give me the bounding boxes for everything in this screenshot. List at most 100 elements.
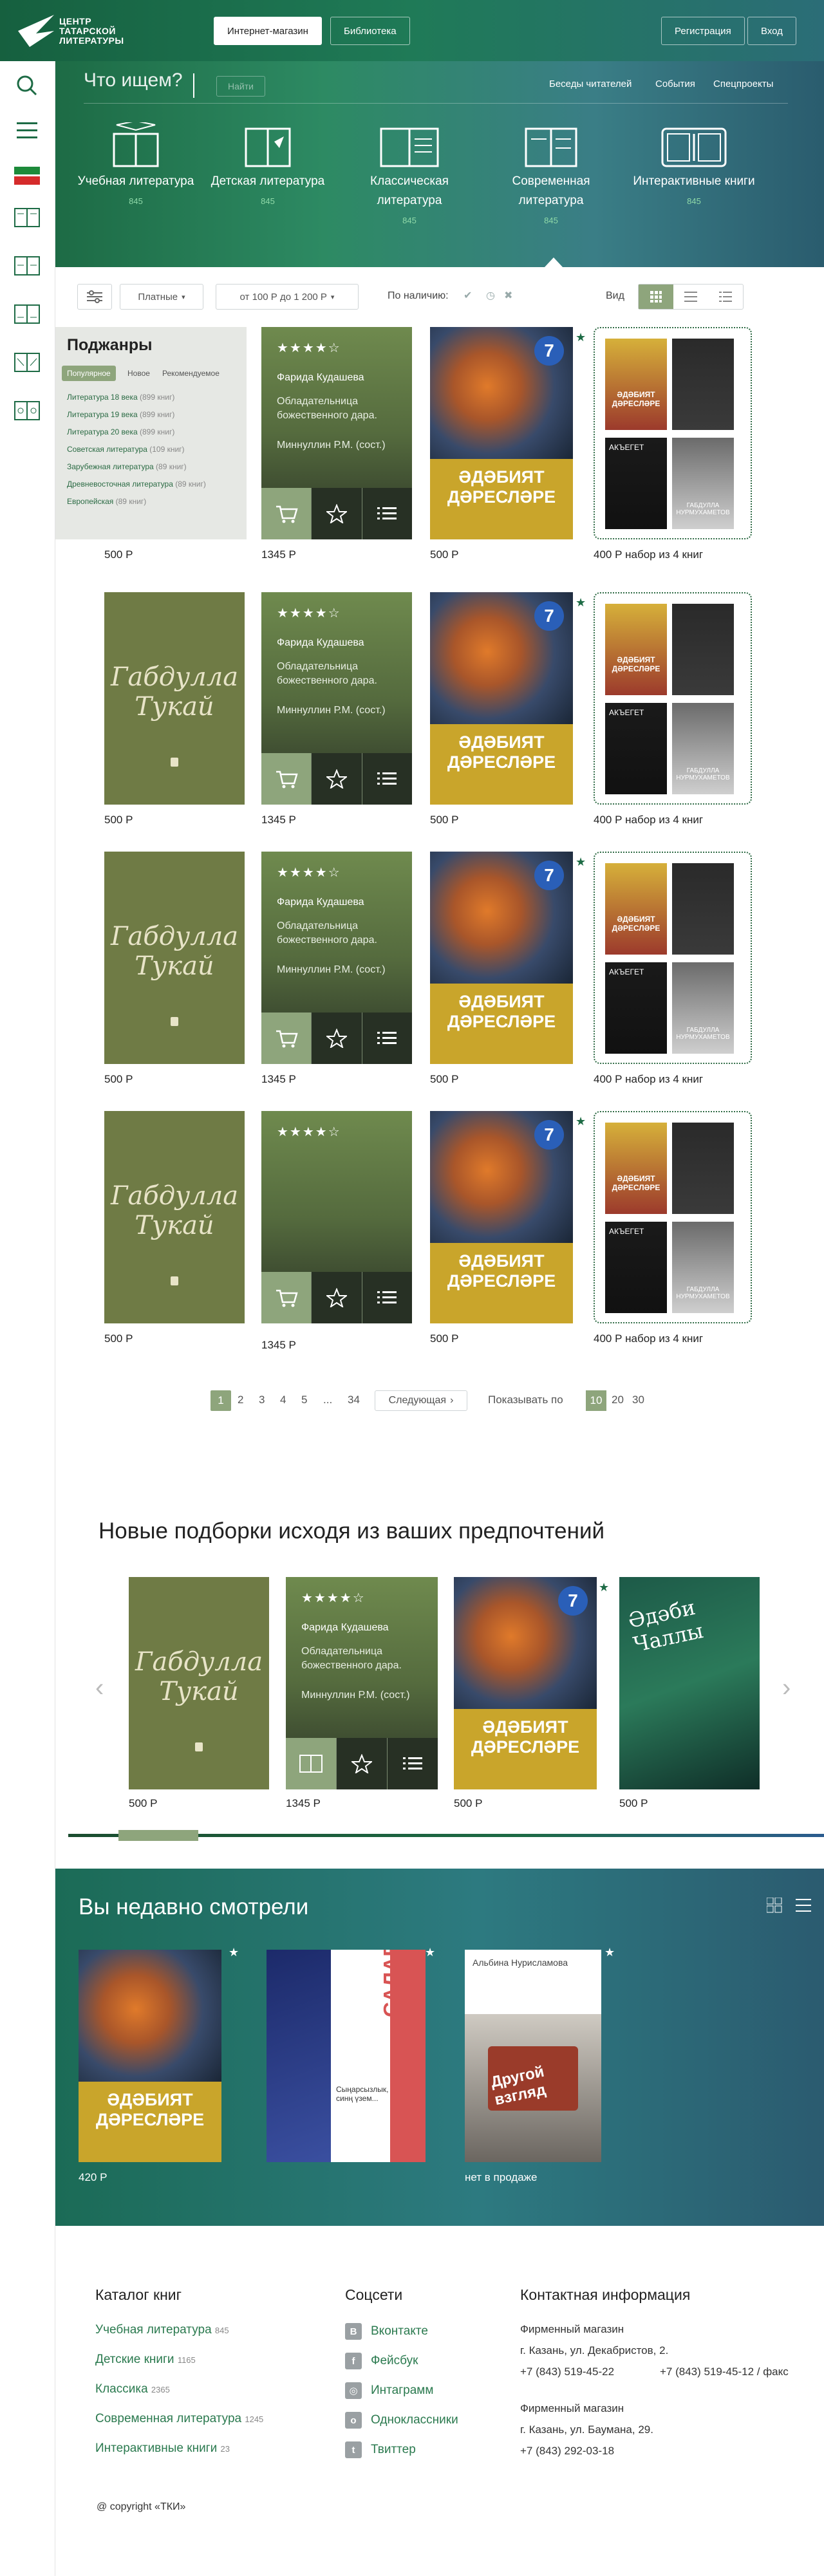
footer-catalog-link[interactable]: Детские книги 1165 bbox=[95, 2353, 196, 2367]
detailed-list-icon[interactable] bbox=[708, 285, 743, 309]
page-3[interactable]: 3 bbox=[259, 1394, 265, 1406]
login-button[interactable]: Вход bbox=[747, 17, 796, 45]
subgenre-item[interactable]: Литература 19 века (899 книг) bbox=[67, 406, 241, 424]
book-card-kudasheva[interactable]: ★★★★☆ Фарида Кудашева Обладательница божес… bbox=[261, 852, 412, 1064]
favorite-star-icon[interactable]: ★ bbox=[576, 1115, 586, 1128]
book-cover-tukay[interactable]: Габдулла Тукай bbox=[104, 1111, 245, 1323]
page-last[interactable]: 34 bbox=[348, 1394, 360, 1406]
social-link[interactable]: ◎ Интаграмм bbox=[345, 2381, 433, 2400]
book-category-icon[interactable] bbox=[14, 205, 40, 230]
logo[interactable]: ЦЕНТР ТАТАРСКОЙ ЛИТЕРАТУРЫ bbox=[17, 12, 124, 50]
filter-settings-button[interactable] bbox=[77, 284, 112, 310]
footer-catalog-link[interactable]: Классика 2365 bbox=[95, 2382, 170, 2396]
favorite-star-icon[interactable]: ★ bbox=[576, 331, 586, 344]
grid-view-icon[interactable] bbox=[639, 285, 673, 309]
cart-icon[interactable] bbox=[261, 753, 312, 805]
category-classic[interactable]: Классическая литература 845 bbox=[348, 122, 471, 225]
book-cover-tukay[interactable]: Габдулла Тукай bbox=[104, 852, 245, 1064]
tab-library[interactable]: Библиотека bbox=[330, 17, 410, 45]
cart-icon[interactable] bbox=[261, 1272, 312, 1323]
menu-icon[interactable] bbox=[14, 118, 40, 144]
recent-book-drugoy[interactable]: Альбина Нурисламова Другой взгляд bbox=[465, 1950, 601, 2162]
clock-icon[interactable]: ◷ bbox=[486, 289, 495, 302]
book-cover-textbook[interactable]: 7 ӘДӘБИЯТ ДӘРЕСЛӘРЕ bbox=[430, 327, 573, 539]
favorite-star-icon[interactable]: ★ bbox=[599, 1581, 609, 1594]
recent-book-salavat[interactable]: САЛАВАТ РӘМИҮЛЛА Сыңарсызлык, синң үзем.… bbox=[267, 1950, 426, 2162]
footer-catalog-link[interactable]: Современная литература 1245 bbox=[95, 2412, 263, 2426]
subgenre-item[interactable]: Зарубежная литература (89 книг) bbox=[67, 458, 241, 476]
per-page-20[interactable]: 20 bbox=[612, 1394, 624, 1406]
link-reader-talks[interactable]: Беседы читателей bbox=[549, 79, 632, 89]
book-set-card[interactable]: ӘДӘБИЯТ ДӘРЕСЛӘРЕ АКЪЕГЕТ ГАБДУЛЛА НУРМУХА… bbox=[594, 852, 752, 1064]
subgenre-item[interactable]: Советская литература (109 книг) bbox=[67, 441, 241, 458]
book-cover-textbook[interactable]: 7 ӘДӘБИЯТ ДӘРЕСЛӘРЕ bbox=[430, 1111, 573, 1323]
favorite-icon[interactable] bbox=[311, 1272, 362, 1323]
kids-book-icon[interactable] bbox=[14, 253, 40, 279]
cart-icon[interactable] bbox=[261, 1013, 312, 1064]
search-button[interactable]: Найти bbox=[216, 76, 265, 97]
details-icon[interactable] bbox=[361, 1272, 412, 1323]
book-card-kudasheva[interactable]: ★★★★☆ Фарида Кудашева Обладательница божес… bbox=[261, 327, 412, 539]
carousel-next-icon[interactable]: › bbox=[782, 1674, 791, 1703]
carousel-thumb[interactable] bbox=[118, 1830, 198, 1841]
book-set-card[interactable]: ӘДӘБИЯТ ДӘРЕСЛӘРЕ АКЪЕГЕТ ГАБДУЛЛА НУРМУХА… bbox=[594, 327, 752, 539]
list-view-icon[interactable] bbox=[673, 285, 708, 309]
grid-view-icon[interactable] bbox=[766, 1897, 782, 1916]
subgenre-item[interactable]: Древневосточная литература (89 книг) bbox=[67, 476, 241, 493]
link-special-projects[interactable]: Спецпроекты bbox=[713, 79, 773, 89]
social-link[interactable]: t Твиттер bbox=[345, 2440, 416, 2459]
list-view-icon[interactable] bbox=[796, 1899, 811, 1915]
read-icon[interactable] bbox=[286, 1738, 336, 1789]
book-set-card[interactable]: ӘДӘБИЯТ ДӘРЕСЛӘРЕ АКЪЕГЕТ ГАБДУЛЛА НУРМУХА… bbox=[594, 1111, 752, 1323]
details-icon[interactable] bbox=[361, 1013, 412, 1064]
book-cover-textbook[interactable]: 7 ӘДӘБИЯТ ДӘРЕСЛӘРЕ bbox=[430, 592, 573, 805]
social-link[interactable]: о Одноклассники bbox=[345, 2411, 458, 2430]
social-link[interactable]: В Вконтакте bbox=[345, 2322, 428, 2341]
book-card-kudasheva[interactable]: ★★★★☆ bbox=[261, 1111, 412, 1323]
per-page-10[interactable]: 10 bbox=[586, 1390, 606, 1411]
store-2-phone[interactable]: +7 (843) 292-03-18 bbox=[520, 2445, 614, 2458]
next-page-button[interactable]: Следующая › bbox=[375, 1390, 467, 1411]
tatarstan-flag-icon[interactable] bbox=[14, 163, 40, 189]
link-events[interactable]: События bbox=[655, 79, 695, 89]
category-educational[interactable]: Учебная литература 845 bbox=[75, 120, 197, 206]
details-icon[interactable] bbox=[387, 1738, 438, 1789]
details-icon[interactable] bbox=[361, 488, 412, 539]
subgenre-tab-new[interactable]: Новое bbox=[127, 366, 150, 381]
footer-catalog-link[interactable]: Интерактивные книги 23 bbox=[95, 2441, 230, 2456]
page-1[interactable]: 1 bbox=[211, 1390, 231, 1411]
register-button[interactable]: Регистрация bbox=[661, 17, 745, 45]
book-cover-textbook[interactable]: 7 ӘДӘБИЯТ ДӘРЕСЛӘРЕ bbox=[454, 1577, 597, 1789]
check-icon[interactable]: ✔ bbox=[464, 289, 472, 302]
favorite-star-icon[interactable]: ★ bbox=[576, 596, 586, 610]
subgenre-tab-recommended[interactable]: Рекомендуемое bbox=[162, 366, 220, 381]
subgenre-item[interactable]: Литература 18 века (899 книг) bbox=[67, 389, 241, 406]
per-page-30[interactable]: 30 bbox=[632, 1394, 644, 1406]
cart-icon[interactable] bbox=[261, 488, 312, 539]
carousel-prev-icon[interactable]: ‹ bbox=[95, 1674, 104, 1703]
subgenre-item[interactable]: Литература 20 века (899 книг) bbox=[67, 424, 241, 441]
category-modern[interactable]: Современная литература 845 bbox=[490, 122, 612, 225]
book-cover-tukay[interactable]: Габдулла Тукай bbox=[104, 592, 245, 805]
favorite-icon[interactable] bbox=[311, 753, 362, 805]
page-2[interactable]: 2 bbox=[238, 1394, 243, 1406]
page-4[interactable]: 4 bbox=[280, 1394, 286, 1406]
store-1-fax[interactable]: +7 (843) 519-45-12 / факс bbox=[660, 2366, 789, 2378]
book-cover-textbook[interactable]: 7 ӘДӘБИЯТ ДӘРЕСЛӘРЕ bbox=[430, 852, 573, 1064]
footer-catalog-link[interactable]: Учебная литература 845 bbox=[95, 2323, 229, 2337]
book-cover-chally[interactable]: Әдәби Чаллы bbox=[619, 1577, 760, 1789]
price-filter-dropdown[interactable]: от 100 Р до 1 200 Р ▾ bbox=[216, 284, 359, 310]
subgenre-tab-popular[interactable]: Популярное bbox=[62, 366, 116, 381]
book-card-kudasheva[interactable]: ★★★★☆ Фарида Кудашева Обладательница божес… bbox=[261, 592, 412, 805]
favorite-star-icon[interactable]: ★ bbox=[576, 855, 586, 869]
book-card-kudasheva[interactable]: ★★★★☆ Фарида Кудашева Обладательница божес… bbox=[286, 1577, 438, 1789]
classic-book-icon[interactable] bbox=[14, 301, 40, 327]
favorite-icon[interactable] bbox=[336, 1738, 387, 1789]
book-cover-tukay[interactable]: Габдулла Тукай bbox=[129, 1577, 269, 1789]
interactive-book-icon[interactable] bbox=[14, 398, 40, 424]
cross-icon[interactable]: ✖ bbox=[504, 289, 512, 302]
favorite-star-icon[interactable]: ★ bbox=[425, 1946, 435, 1959]
modern-book-icon[interactable] bbox=[14, 350, 40, 375]
favorite-icon[interactable] bbox=[311, 1013, 362, 1064]
store-1-phone[interactable]: +7 (843) 519-45-22 bbox=[520, 2366, 614, 2378]
